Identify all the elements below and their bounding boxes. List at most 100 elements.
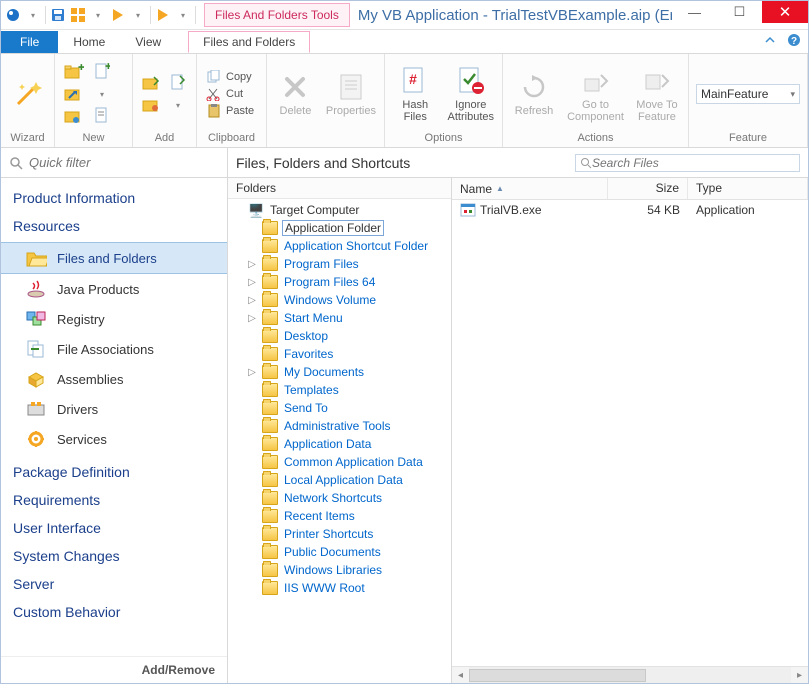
tree-row[interactable]: Application Folder [228, 219, 451, 237]
add-file-icon[interactable] [165, 73, 191, 93]
col-name[interactable]: Name ▲ [452, 178, 608, 199]
tree-row[interactable]: ▷Windows Volume [228, 291, 451, 309]
tree-row[interactable]: Desktop [228, 327, 451, 345]
tree-row[interactable]: Favorites [228, 345, 451, 363]
folder-tree[interactable]: 🖥️Target ComputerApplication FolderAppli… [228, 199, 451, 683]
add-drop-icon[interactable]: ▾ [165, 95, 191, 115]
nav-item-services[interactable]: Services [1, 424, 227, 454]
nav-section-custom[interactable]: Custom Behavior [1, 598, 227, 626]
new-folder-icon[interactable]: ✚ [61, 62, 87, 82]
maximize-button[interactable]: ☐ [717, 1, 762, 23]
nav-item-files-and-folders[interactable]: Files and Folders [1, 242, 227, 274]
tree-row[interactable]: ▷Program Files 64 [228, 273, 451, 291]
feature-combo[interactable]: MainFeature ▾ [696, 84, 800, 104]
add-temp-icon[interactable] [139, 95, 165, 115]
nav-section-server[interactable]: Server [1, 570, 227, 598]
nav-add-remove[interactable]: Add/Remove [1, 656, 227, 683]
col-type[interactable]: Type [688, 178, 808, 199]
tree-row[interactable]: Public Documents [228, 543, 451, 561]
quick-filter[interactable] [1, 148, 227, 178]
refresh-button[interactable]: Refresh [509, 69, 559, 119]
nav-item-assemblies[interactable]: Assemblies [1, 364, 227, 394]
nav-section-package-def[interactable]: Package Definition [1, 458, 227, 486]
save-icon[interactable] [50, 7, 66, 23]
grid-icon[interactable] [70, 7, 86, 23]
tree-row[interactable]: Administrative Tools [228, 417, 451, 435]
nav-item-java[interactable]: Java Products [1, 274, 227, 304]
tree-row[interactable]: Recent Items [228, 507, 451, 525]
play-icon[interactable] [110, 7, 126, 23]
nav-resources-items: Files and Folders Java Products Registry… [1, 240, 227, 458]
wizard-button[interactable] [7, 76, 48, 112]
tree-row[interactable]: Network Shortcuts [228, 489, 451, 507]
delete-button[interactable]: Delete [273, 69, 318, 119]
hash-files-button[interactable]: # Hash Files [391, 63, 440, 125]
scroll-thumb[interactable] [469, 669, 646, 682]
search-files-input[interactable] [592, 156, 795, 170]
horizontal-scrollbar[interactable]: ◂ ▸ [452, 666, 808, 683]
tree-expander-icon[interactable]: ▷ [246, 367, 258, 378]
tab-file[interactable]: File [1, 31, 58, 53]
tree-row[interactable]: Templates [228, 381, 451, 399]
nav-item-registry[interactable]: Registry [1, 304, 227, 334]
cut-button[interactable]: Cut [203, 86, 257, 102]
qat-dropdown-1-icon[interactable]: ▾ [25, 7, 41, 23]
new-file-icon[interactable]: ✚ [89, 62, 115, 82]
copy-button[interactable]: Copy [203, 69, 257, 85]
tree-row[interactable]: ▷Program Files [228, 255, 451, 273]
nav-section-product-info[interactable]: Product Information [1, 184, 227, 212]
tree-expander-icon[interactable]: ▷ [246, 313, 258, 324]
tab-files-and-folders[interactable]: Files and Folders [188, 31, 310, 53]
tree-expander-icon[interactable]: ▷ [246, 259, 258, 270]
new-url-icon[interactable] [61, 106, 87, 126]
tree-row[interactable]: Send To [228, 399, 451, 417]
tree-row[interactable]: Common Application Data [228, 453, 451, 471]
tree-row[interactable]: Local Application Data [228, 471, 451, 489]
collapse-ribbon-icon[interactable] [762, 32, 778, 48]
nav-item-file-assoc[interactable]: File Associations [1, 334, 227, 364]
tree-expander-icon[interactable]: ▷ [246, 295, 258, 306]
tree-row[interactable]: Application Shortcut Folder [228, 237, 451, 255]
ignore-attributes-button[interactable]: Ignore Attributes [446, 63, 496, 125]
tree-row[interactable]: Printer Shortcuts [228, 525, 451, 543]
folder-icon [262, 401, 278, 415]
new-shortcut-icon[interactable] [61, 84, 87, 104]
tree-row[interactable]: ▷Start Menu [228, 309, 451, 327]
help-icon[interactable]: ? [786, 32, 802, 48]
nav-section-ui[interactable]: User Interface [1, 514, 227, 542]
file-row[interactable]: TrialVB.exe54 KBApplication [452, 200, 808, 220]
quick-filter-input[interactable] [29, 155, 219, 170]
nav-item-drivers[interactable]: Drivers [1, 394, 227, 424]
move-to-feature-button[interactable]: Move To Feature [632, 63, 682, 125]
search-files[interactable] [575, 154, 800, 172]
tree-row[interactable]: IIS WWW Root [228, 579, 451, 597]
scroll-track[interactable] [469, 667, 791, 683]
qat-dropdown-3-icon[interactable]: ▾ [130, 7, 146, 23]
new-drop-icon[interactable]: ▾ [89, 84, 115, 104]
tree-expander-icon[interactable]: ▷ [246, 277, 258, 288]
close-button[interactable]: ✕ [762, 1, 808, 23]
goto-component-button[interactable]: Go to Component [565, 63, 626, 125]
add-folder-icon[interactable] [139, 73, 165, 93]
scroll-left-icon[interactable]: ◂ [452, 670, 469, 681]
computer-icon: 🖥️ [248, 203, 264, 217]
group-new: ✚ ✚ ▾ New [55, 54, 133, 147]
properties-button[interactable]: Properties [324, 69, 378, 119]
tree-row[interactable]: Application Data [228, 435, 451, 453]
qat-dropdown-2-icon[interactable]: ▾ [90, 7, 106, 23]
nav-section-sys-changes[interactable]: System Changes [1, 542, 227, 570]
tree-row[interactable]: Windows Libraries [228, 561, 451, 579]
tree-row[interactable]: ▷My Documents [228, 363, 451, 381]
new-ini-icon[interactable] [89, 106, 115, 126]
tab-view[interactable]: View [120, 31, 176, 53]
nav-section-requirements[interactable]: Requirements [1, 486, 227, 514]
tree-row[interactable]: 🖥️Target Computer [228, 201, 451, 219]
scroll-right-icon[interactable]: ▸ [791, 670, 808, 681]
run-icon[interactable] [155, 7, 171, 23]
nav-section-resources[interactable]: Resources [1, 212, 227, 240]
minimize-button[interactable]: — [672, 1, 717, 23]
qat-dropdown-4-icon[interactable]: ▾ [175, 7, 191, 23]
tab-home[interactable]: Home [58, 31, 120, 53]
col-size[interactable]: Size [608, 178, 688, 199]
paste-button[interactable]: Paste [203, 103, 257, 119]
